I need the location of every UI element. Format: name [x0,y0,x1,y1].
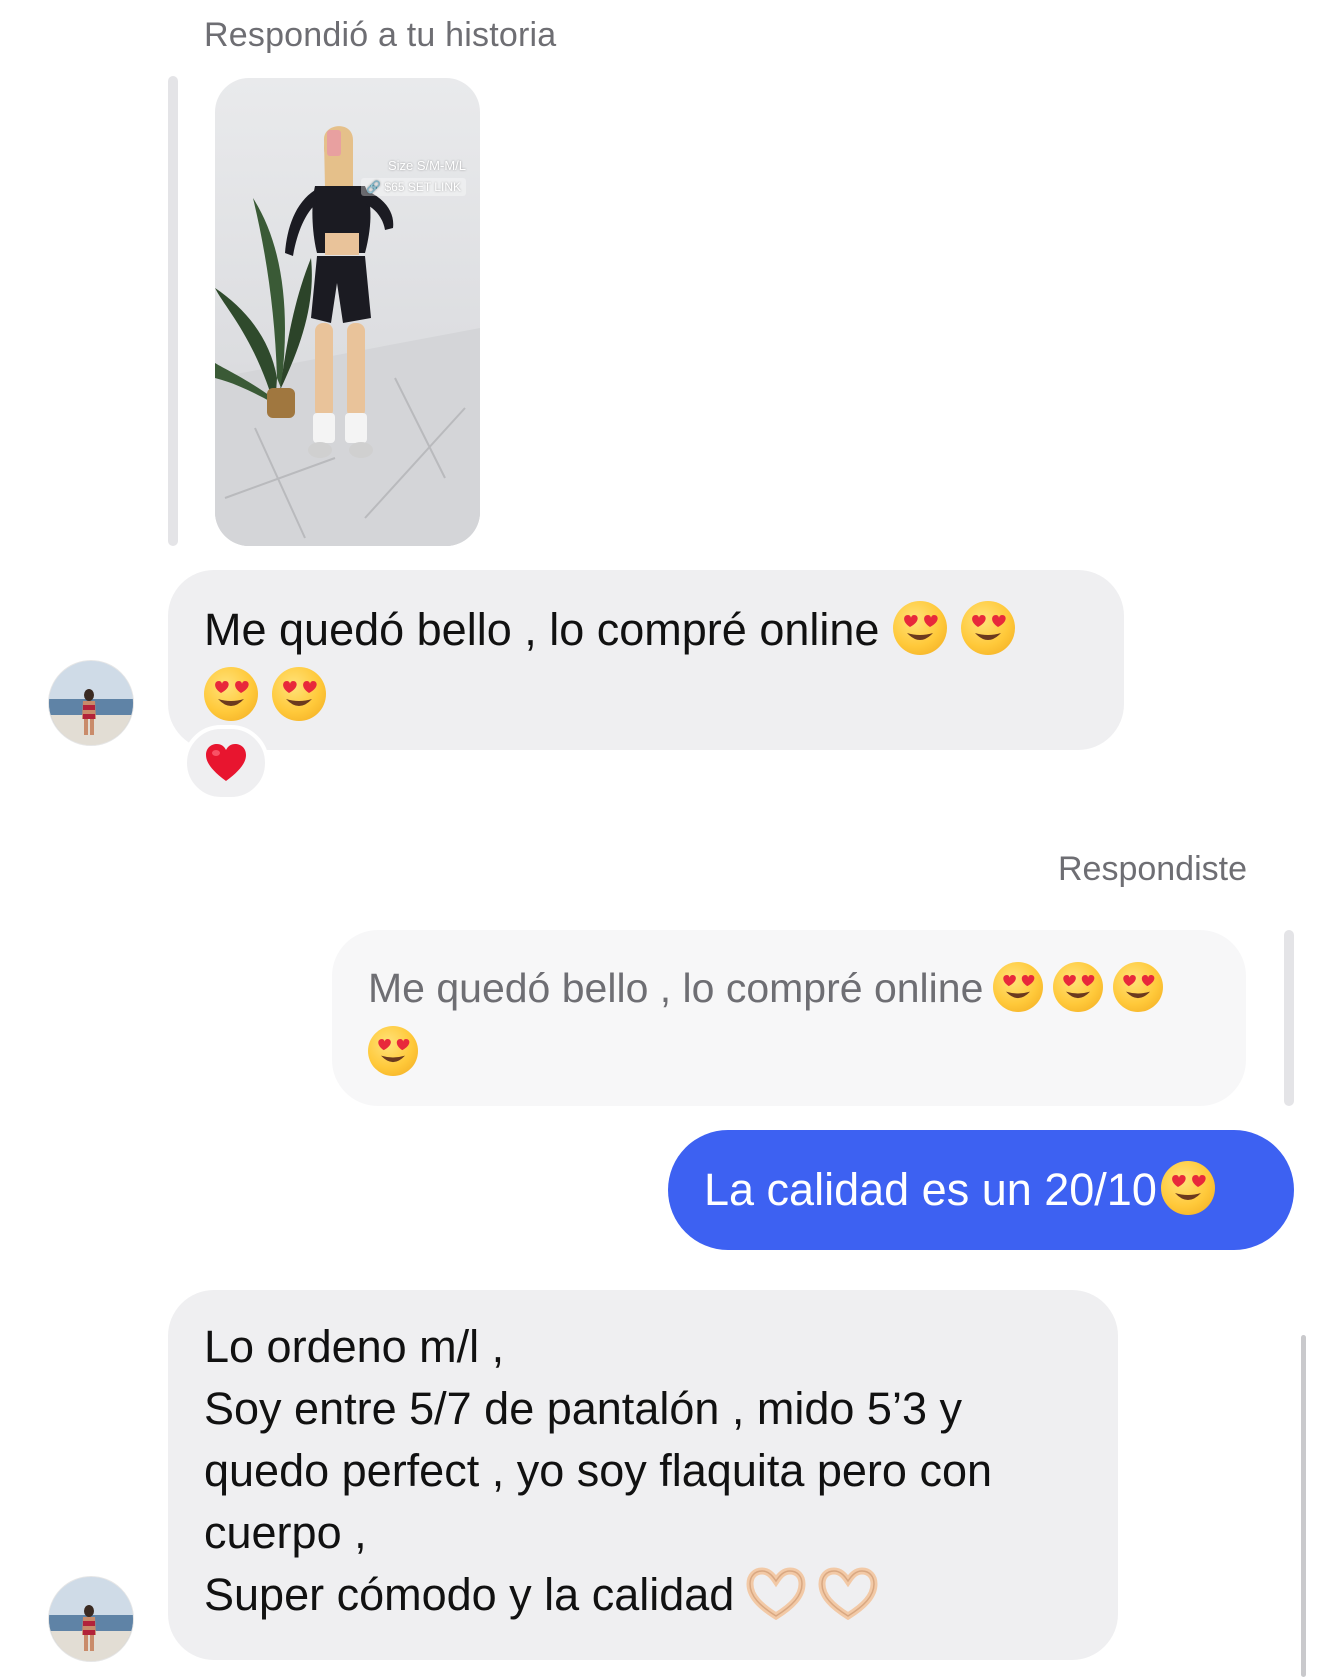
message-line: Super cómodo y la calidad [204,1569,735,1620]
message-text: Me quedó bello , lo compré online [204,604,880,655]
story-thumbnail[interactable]: Size S/M-M/L 🔗 $65 SET LINK [215,78,480,546]
heart-eyes-emoji-icon [204,667,258,721]
story-image [215,126,480,546]
message-text: La calidad es un 20/10 [704,1164,1157,1215]
message-line: quedo perfect , yo soy flaquita pero con [204,1445,993,1496]
avatar-image [49,661,133,745]
scrollbar[interactable] [1301,1335,1306,1677]
sender-avatar[interactable] [48,1576,134,1662]
message-reaction[interactable] [183,725,269,801]
heart-eyes-emoji-icon [272,667,326,721]
quoted-message[interactable]: Me quedó bello , lo compré online [332,930,1246,1106]
incoming-message-2[interactable]: Lo ordeno m/l , Soy entre 5/7 de pantaló… [168,1290,1118,1660]
story-link-label: $65 SET LINK [384,180,462,194]
heart-eyes-emoji-icon [961,601,1016,655]
message-line: Lo ordeno m/l , [204,1321,505,1372]
heart-eyes-emoji-icon [1053,962,1104,1012]
red-heart-icon [206,744,246,781]
story-link-sticker[interactable]: 🔗 $65 SET LINK [361,178,466,196]
story-size-overlay: Size S/M-M/L [387,158,466,173]
replied-label: Respondiste [1057,850,1247,888]
link-icon: 🔗 [366,180,385,194]
avatar-image [49,1577,133,1661]
heart-eyes-emoji-icon [893,601,948,655]
heart-hands-icon [818,1567,878,1620]
heart-eyes-emoji-icon [1113,962,1164,1012]
incoming-message-1[interactable]: Me quedó bello , lo compré online [168,570,1124,750]
story-reply-label: Respondió a tu historia [204,16,557,54]
outgoing-message-1[interactable]: La calidad es un 20/10 [668,1130,1294,1250]
reply-quote-bar [1284,930,1294,1106]
heart-eyes-emoji-icon [1160,1161,1215,1215]
heart-hands-icon [746,1567,806,1620]
story-quote-bar [168,76,178,546]
heart-eyes-emoji-icon [368,1026,418,1076]
message-line: cuerpo , [204,1507,367,1558]
message-line: Soy entre 5/7 de pantalón , mido 5’3 y [204,1383,962,1434]
heart-eyes-emoji-icon [993,962,1044,1012]
sender-avatar[interactable] [48,660,134,746]
quoted-text: Me quedó bello , lo compré online [368,965,984,1011]
